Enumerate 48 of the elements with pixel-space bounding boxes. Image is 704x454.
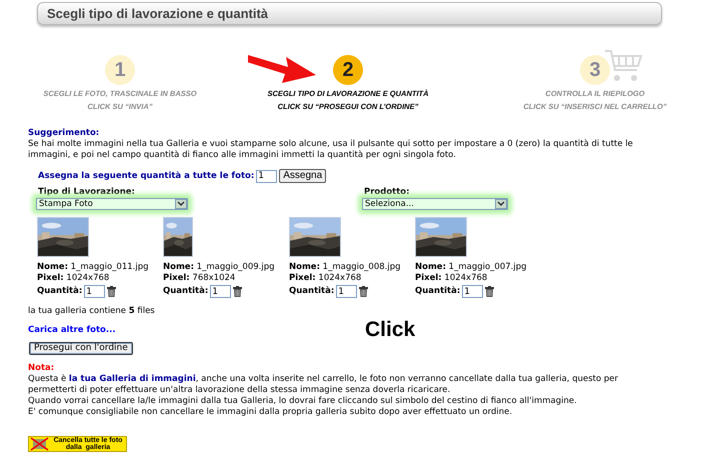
quantity-label: Quantità:	[415, 286, 460, 297]
quantity-field[interactable]: 1	[462, 285, 484, 298]
file-name: Nome: 1_maggio_007.jpg	[415, 262, 528, 273]
assign-label: Assegna la seguente quantità a tutte le foto:	[38, 170, 254, 182]
dropdown-value: Seleziona...	[365, 198, 414, 210]
dropdown[interactable]: Stampa Foto	[36, 198, 188, 210]
note-text: Quando vorrai cancellare la/le immagini dalla tua Galleria, lo dovrai fare cliccando sul simbolo del cestino di fianco all'immagine.	[28, 396, 578, 407]
caret-icon	[495, 199, 507, 209]
trash-icon[interactable]	[359, 286, 368, 297]
quantity-field[interactable]: 1	[210, 285, 232, 298]
proceed-button[interactable]: Prosegui con l'ordine	[29, 342, 133, 355]
hint-title: Suggerimento:	[28, 128, 100, 139]
quantity-label: Quantità:	[289, 286, 334, 297]
pixel-size: Pixel: 1024x768	[289, 273, 362, 284]
dropdown-value: Stampa Foto	[39, 198, 93, 210]
step-number: 2	[333, 55, 363, 85]
trash-icon[interactable]	[485, 286, 494, 297]
note-title: Nota:	[28, 363, 56, 374]
note-text: Questa è la tua Galleria di immagini, anche una volta inserite nel carrello, le foto non verranno cancellate dalla tua galleria, questo per permetterti di poter effettuare un'altra lavorazione della stessa immagine senza doverla ricaricare.	[28, 374, 619, 396]
gallery-count: la tua galleria contiene 5 files	[28, 306, 155, 316]
hint-text: Se hai molte immagini nella tua Galleria e vuoi stamparne solo alcune, usa il pulsante qui sotto per impostare a 0 (zero) la quantità di tutte le immagini, e poi nel campo quantità di fianco alle immagini immetti la quantità per ogni singola foto.	[28, 139, 634, 161]
quantity-field[interactable]: 1	[256, 170, 278, 182]
file-name: Nome: 1_maggio_008.jpg	[289, 262, 402, 273]
upload-link[interactable]: Carica altre foto...	[28, 324, 365, 336]
quantity-field[interactable]: 1	[336, 285, 358, 298]
file-name: Nome: 1_maggio_011.jpg	[37, 262, 150, 273]
pixel-size: Pixel: 1024x768	[37, 273, 110, 284]
note-text: E' comunque consigliabile non cancellare le immagini dalla propria galleria subito dopo aver effettuato un ordine.	[28, 407, 514, 418]
select-label: Prodotto:	[363, 187, 411, 198]
cart-icon	[603, 48, 643, 84]
caret-icon	[175, 199, 187, 209]
dropdown[interactable]: Seleziona...	[362, 198, 508, 210]
trash-icon[interactable]	[107, 286, 116, 297]
click-annotation: Click	[365, 319, 416, 341]
select-label: Tipo di Lavorazione:	[37, 187, 136, 198]
step-number: 3	[580, 55, 610, 85]
page-title: Scegli tipo di lavorazione e quantità	[47, 6, 268, 21]
trash-icon[interactable]	[233, 286, 242, 297]
assign-button[interactable]: Assegna	[279, 169, 326, 183]
file-name: Nome: 1_maggio_009.jpg	[163, 262, 276, 273]
quantity-label: Quantità:	[37, 286, 82, 297]
crossed-photo-icon	[30, 437, 50, 451]
gallery-link[interactable]: la tua Galleria di immagini	[68, 374, 196, 384]
step-number: 1	[105, 55, 135, 85]
quantity-label: Quantità:	[163, 286, 208, 297]
pixel-size: Pixel: 768x1024	[163, 273, 236, 284]
quantity-field[interactable]: 1	[84, 285, 106, 298]
pixel-size: Pixel: 1024x768	[415, 273, 488, 284]
